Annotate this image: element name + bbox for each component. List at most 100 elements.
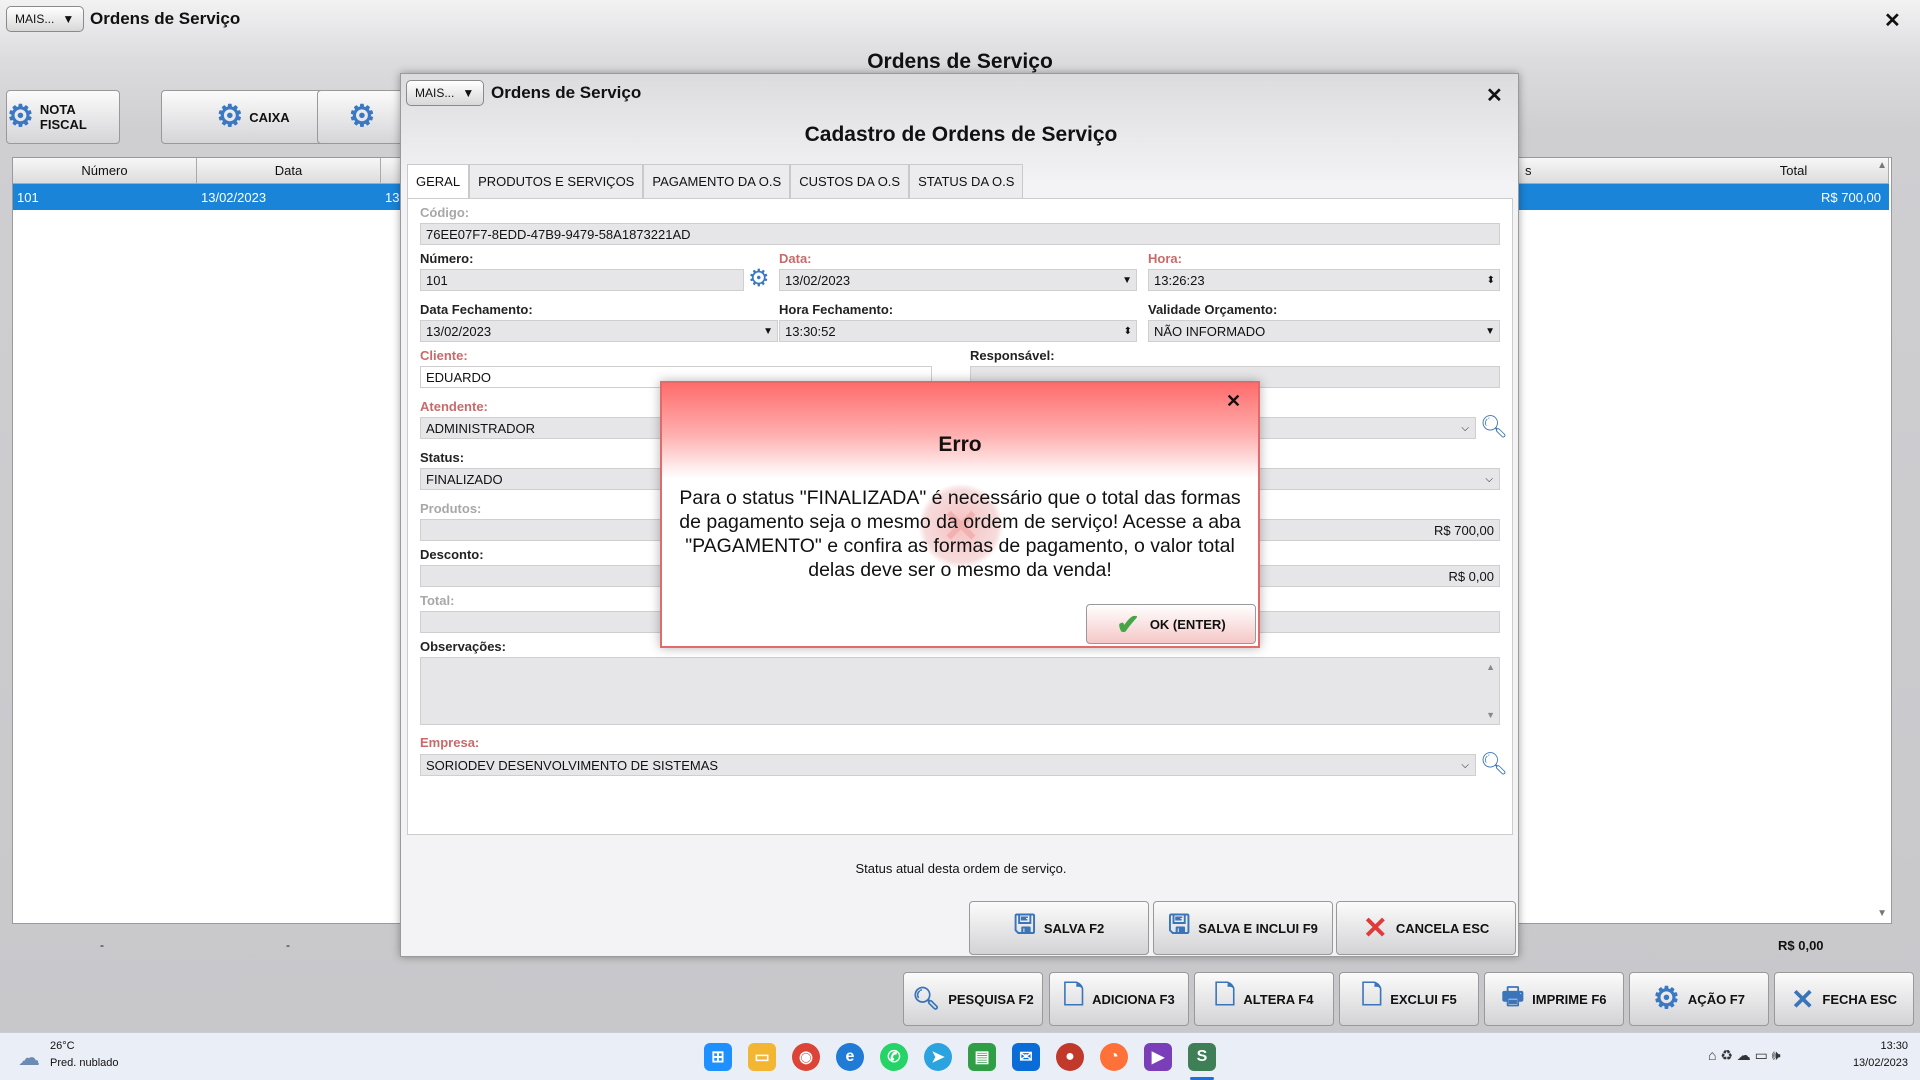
data-label: Data:	[779, 251, 812, 266]
codigo-field[interactable]: 76EE07F7-8EDD-47B9-9479-58A1873221AD	[420, 223, 1500, 245]
data-fechamento-field[interactable]: 13/02/2023 ▼	[420, 320, 778, 342]
pesquisa-label: PESQUISA F2	[948, 991, 1034, 1007]
soriodev-app-icon[interactable]: S	[1188, 1043, 1216, 1071]
hora-field[interactable]: 13:26:23 ⬍	[1148, 269, 1500, 291]
hora-value: 13:26:23	[1154, 272, 1205, 288]
data-fechamento-label: Data Fechamento:	[420, 302, 533, 317]
dropdown-arrow-icon[interactable]: ⌵	[1485, 474, 1493, 485]
spinner-icon[interactable]: ⬍	[1487, 275, 1495, 286]
fecha-label: FECHA ESC	[1822, 991, 1898, 1007]
scroll-down-icon[interactable]: ▼	[1877, 908, 1887, 919]
tray-icons[interactable]: ⌂ ♻ ☁ ▭ 🕪︎	[1708, 1047, 1781, 1064]
outlook-icon[interactable]: ✉	[1012, 1043, 1040, 1071]
main-close-icon[interactable]: ✕	[1884, 8, 1901, 33]
status-label: Status:	[420, 450, 465, 465]
tab-geral[interactable]: GERAL	[407, 164, 470, 198]
main-window-title: Ordens de Serviço	[90, 9, 241, 28]
caixa-label: CAIXA	[249, 109, 290, 125]
save-icon: 🖫	[1168, 909, 1191, 939]
acao-button[interactable]: ⚙ AÇÃO F7	[1629, 972, 1769, 1026]
desconto-label: Desconto:	[420, 547, 484, 562]
dropdown-arrow-icon[interactable]: ▼	[1122, 275, 1132, 286]
dropdown-arrow-icon[interactable]: ⌵	[1461, 423, 1469, 434]
adiciona-button[interactable]: 🗋 ADICIONA F3	[1049, 972, 1189, 1026]
notepad-icon[interactable]: ▤	[968, 1043, 996, 1071]
numero-field[interactable]: 101	[420, 269, 744, 291]
col-header-total[interactable]: Total	[1699, 158, 1889, 184]
tab-status[interactable]: STATUS DA O.S	[909, 164, 1024, 198]
validade-field[interactable]: NÃO INFORMADO ▼	[1148, 320, 1500, 342]
search-icon: 🔍︎	[912, 986, 941, 1011]
cancela-button[interactable]: ✕ CANCELA ESC	[1336, 901, 1516, 955]
cell-data: 13/02/2023	[201, 189, 267, 205]
error-dialog: ✕ Erro ✕ Para o status "FINALIZADA" é ne…	[660, 381, 1260, 648]
edge-icon[interactable]: e	[836, 1043, 864, 1071]
pesquisa-button[interactable]: 🔍︎ PESQUISA F2	[903, 972, 1043, 1026]
fecha-button[interactable]: ✕ FECHA ESC	[1774, 972, 1914, 1026]
scroll-up-icon[interactable]: ▲	[1486, 662, 1495, 672]
total-label: Total:	[420, 593, 455, 608]
salva-button[interactable]: 🖫 SALVA F2	[969, 901, 1149, 955]
spinner-icon[interactable]: ⬍	[1124, 326, 1132, 337]
clock-date[interactable]: 13/02/2023	[1836, 1057, 1908, 1069]
dropdown-arrow-icon[interactable]: ▼	[763, 326, 773, 337]
cadastro-close-icon[interactable]: ✕	[1486, 83, 1503, 108]
col-header-numero[interactable]: Número	[13, 158, 197, 184]
empresa-label: Empresa:	[420, 735, 480, 750]
scroll-up-icon[interactable]: ▲	[1877, 160, 1887, 171]
delete-document-icon: 🗋	[1361, 980, 1383, 1010]
dropdown-arrow-icon[interactable]: ⌵	[1461, 760, 1469, 771]
tab-custos[interactable]: CUSTOS DA O.S	[790, 164, 910, 198]
adiciona-label: ADICIONA F3	[1092, 991, 1175, 1007]
gear-icon: ⚙	[348, 100, 376, 133]
data-fechamento-value: 13/02/2023	[426, 323, 492, 339]
generate-number-gear-icon[interactable]: ⚙	[748, 267, 770, 291]
tab-produtos[interactable]: PRODUTOS E SERVIÇOS	[469, 164, 644, 198]
search-icon[interactable]: 🔍︎	[1480, 414, 1508, 440]
cancel-x-icon: ✕	[1362, 911, 1388, 945]
search-icon[interactable]: 🔍︎	[1480, 751, 1508, 777]
altera-button[interactable]: 🗋 ALTERA F4	[1194, 972, 1334, 1026]
cliente-label: Cliente:	[420, 348, 468, 363]
hora-label: Hora:	[1148, 251, 1182, 266]
responsavel-label: Responsável:	[970, 348, 1055, 363]
error-close-icon[interactable]: ✕	[1226, 391, 1241, 412]
gear-icon: ⚙	[216, 100, 244, 133]
file-explorer-icon[interactable]: ▭	[748, 1043, 776, 1071]
imprime-button[interactable]: 🖶 IMPRIME F6	[1484, 972, 1624, 1026]
tab-strip: GERAL PRODUTOS E SERVIÇOS PAGAMENTO DA O…	[407, 164, 1024, 198]
ok-button[interactable]: ✔ OK (ENTER)	[1086, 604, 1256, 644]
scroll-down-icon[interactable]: ▼	[1486, 710, 1495, 720]
chrome-icon[interactable]: ◉	[792, 1043, 820, 1071]
dropdown-arrow-icon[interactable]: ▼	[1485, 326, 1495, 337]
cadastro-mais-button[interactable]: MAIS... ▼	[406, 80, 484, 106]
main-heading: Ordens de Serviço	[867, 50, 1053, 73]
add-document-icon: 🗋	[1063, 980, 1085, 1010]
whatsapp-icon[interactable]: ✆	[880, 1043, 908, 1071]
firefox-icon[interactable]: ◔	[1100, 1043, 1128, 1071]
observacoes-textarea[interactable]: ▲ ▼	[420, 657, 1500, 725]
cell-data2: 13	[385, 189, 400, 205]
main-mais-button[interactable]: MAIS... ▼	[6, 6, 84, 32]
toolbar-button-partial[interactable]: ⚙	[317, 90, 407, 144]
cancela-label: CANCELA ESC	[1395, 920, 1490, 936]
cadastro-mais-label: MAIS...	[415, 86, 455, 100]
tab-pagamento[interactable]: PAGAMENTO DA O.S	[643, 164, 791, 198]
salva-label: SALVA F2	[1043, 920, 1105, 936]
validade-value: NÃO INFORMADO	[1154, 323, 1266, 339]
media-icon[interactable]: ▶	[1144, 1043, 1172, 1071]
windows-start-icon[interactable]: ⊞	[704, 1043, 732, 1071]
checkmark-icon: ✔	[1116, 608, 1140, 640]
nota-fiscal-button[interactable]: ⚙ NOTA FISCAL	[6, 90, 120, 144]
weather-icon[interactable]: ☁	[18, 1045, 40, 1071]
clock-time[interactable]: 13:30	[1836, 1040, 1908, 1052]
hora-fechamento-field[interactable]: 13:30:52 ⬍	[779, 320, 1137, 342]
data-field[interactable]: 13/02/2023 ▼	[779, 269, 1137, 291]
telegram-icon[interactable]: ➤	[924, 1043, 952, 1071]
empresa-field[interactable]: SORIODEV DESENVOLVIMENTO DE SISTEMAS ⌵	[420, 754, 1476, 776]
col-header-s[interactable]: s	[1523, 158, 1711, 184]
app-icon[interactable]: ●	[1056, 1043, 1084, 1071]
col-header-data[interactable]: Data	[197, 158, 381, 184]
salva-inclui-button[interactable]: 🖫 SALVA E INCLUI F9	[1153, 901, 1333, 955]
exclui-button[interactable]: 🗋 EXCLUI F5	[1339, 972, 1479, 1026]
